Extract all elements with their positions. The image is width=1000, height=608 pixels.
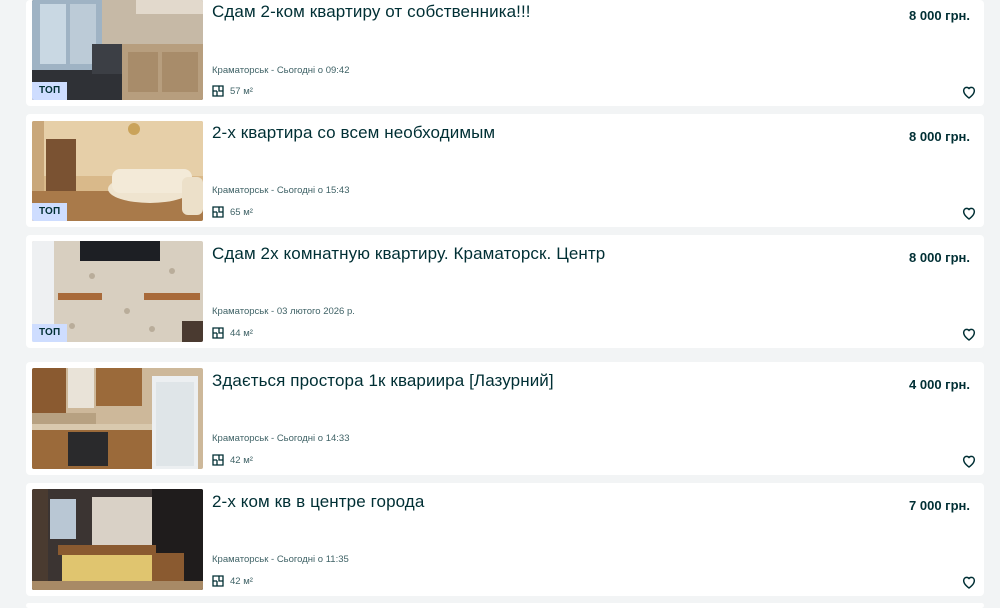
listing-area-value: 42 м² bbox=[230, 575, 253, 587]
listing-price: 8 000 грн. bbox=[909, 250, 970, 265]
listing-card[interactable]: 2-х ком кв в центре города 7 000 грн. Кр… bbox=[26, 483, 984, 596]
listing-title[interactable]: Сдам 2х комнатную квартиру. Краматорск. … bbox=[212, 244, 605, 264]
listing-area-value: 44 м² bbox=[230, 327, 253, 339]
listing-title[interactable]: Сдам 2-ком квартиру от собственника!!! bbox=[212, 2, 531, 22]
top-badge: ТОП bbox=[32, 324, 68, 342]
listing-title[interactable]: 2-х квартира со всем необходимым bbox=[212, 123, 495, 143]
listing-area: 65 м² bbox=[212, 206, 253, 218]
listing-price: 8 000 грн. bbox=[909, 129, 970, 144]
favorite-heart-icon[interactable] bbox=[961, 84, 977, 100]
favorite-heart-icon[interactable] bbox=[961, 574, 977, 590]
listing-price: 7 000 грн. bbox=[909, 498, 970, 513]
listing-photo[interactable]: ТОП bbox=[32, 241, 203, 342]
listing-location-date: Краматорськ - Сьогодні о 15:43 bbox=[212, 185, 350, 196]
listing-title[interactable]: 2-х ком кв в центре города bbox=[212, 492, 424, 512]
listing-area-value: 65 м² bbox=[230, 206, 253, 218]
favorite-heart-icon[interactable] bbox=[961, 453, 977, 469]
listing-location-date: Краматорськ - Сьогодні о 11:35 bbox=[212, 554, 349, 565]
floor-plan-icon bbox=[212, 206, 224, 218]
listing-card[interactable]: ТОП Сдам 2-ком квартиру от собственника!… bbox=[26, 0, 984, 106]
listing-price: 4 000 грн. bbox=[909, 377, 970, 392]
floor-plan-icon bbox=[212, 575, 224, 587]
kitchen-photo-image bbox=[32, 368, 203, 469]
listing-location-date: Краматорськ - Сьогодні о 09:42 bbox=[212, 65, 350, 76]
listing-location-date: Краматорськ - 03 лютого 2026 р. bbox=[212, 306, 355, 317]
floor-plan-icon bbox=[212, 85, 224, 97]
listing-location-date: Краматорськ - Сьогодні о 14:33 bbox=[212, 433, 350, 444]
floor-plan-icon bbox=[212, 327, 224, 339]
listing-area: 44 м² bbox=[212, 327, 253, 339]
listing-area: 57 м² bbox=[212, 85, 253, 97]
listing-area-value: 42 м² bbox=[230, 454, 253, 466]
listing-photo[interactable]: ТОП bbox=[32, 0, 203, 100]
listing-card[interactable]: Здається простора 1к квариира [Лазурний]… bbox=[26, 362, 984, 475]
floor-plan-icon bbox=[212, 454, 224, 466]
top-badge: ТОП bbox=[32, 203, 68, 221]
listing-price: 8 000 грн. bbox=[909, 8, 970, 23]
listing-area-value: 57 м² bbox=[230, 85, 253, 97]
listing-photo[interactable] bbox=[32, 489, 203, 590]
favorite-heart-icon[interactable] bbox=[961, 326, 977, 342]
favorite-heart-icon[interactable] bbox=[961, 205, 977, 221]
listing-photo[interactable]: ТОП bbox=[32, 121, 203, 221]
listing-card-partial bbox=[26, 603, 984, 608]
listing-area: 42 м² bbox=[212, 575, 253, 587]
listing-area: 42 м² bbox=[212, 454, 253, 466]
listing-card[interactable]: ТОП 2-х квартира со всем необходимым 8 0… bbox=[26, 114, 984, 227]
bedroom-photo-image bbox=[32, 489, 203, 590]
top-badge: ТОП bbox=[32, 82, 68, 100]
listing-card[interactable]: ТОП Сдам 2х комнатную квартиру. Краматор… bbox=[26, 235, 984, 348]
listing-photo[interactable] bbox=[32, 368, 203, 469]
listing-title[interactable]: Здається простора 1к квариира [Лазурний] bbox=[212, 371, 554, 391]
